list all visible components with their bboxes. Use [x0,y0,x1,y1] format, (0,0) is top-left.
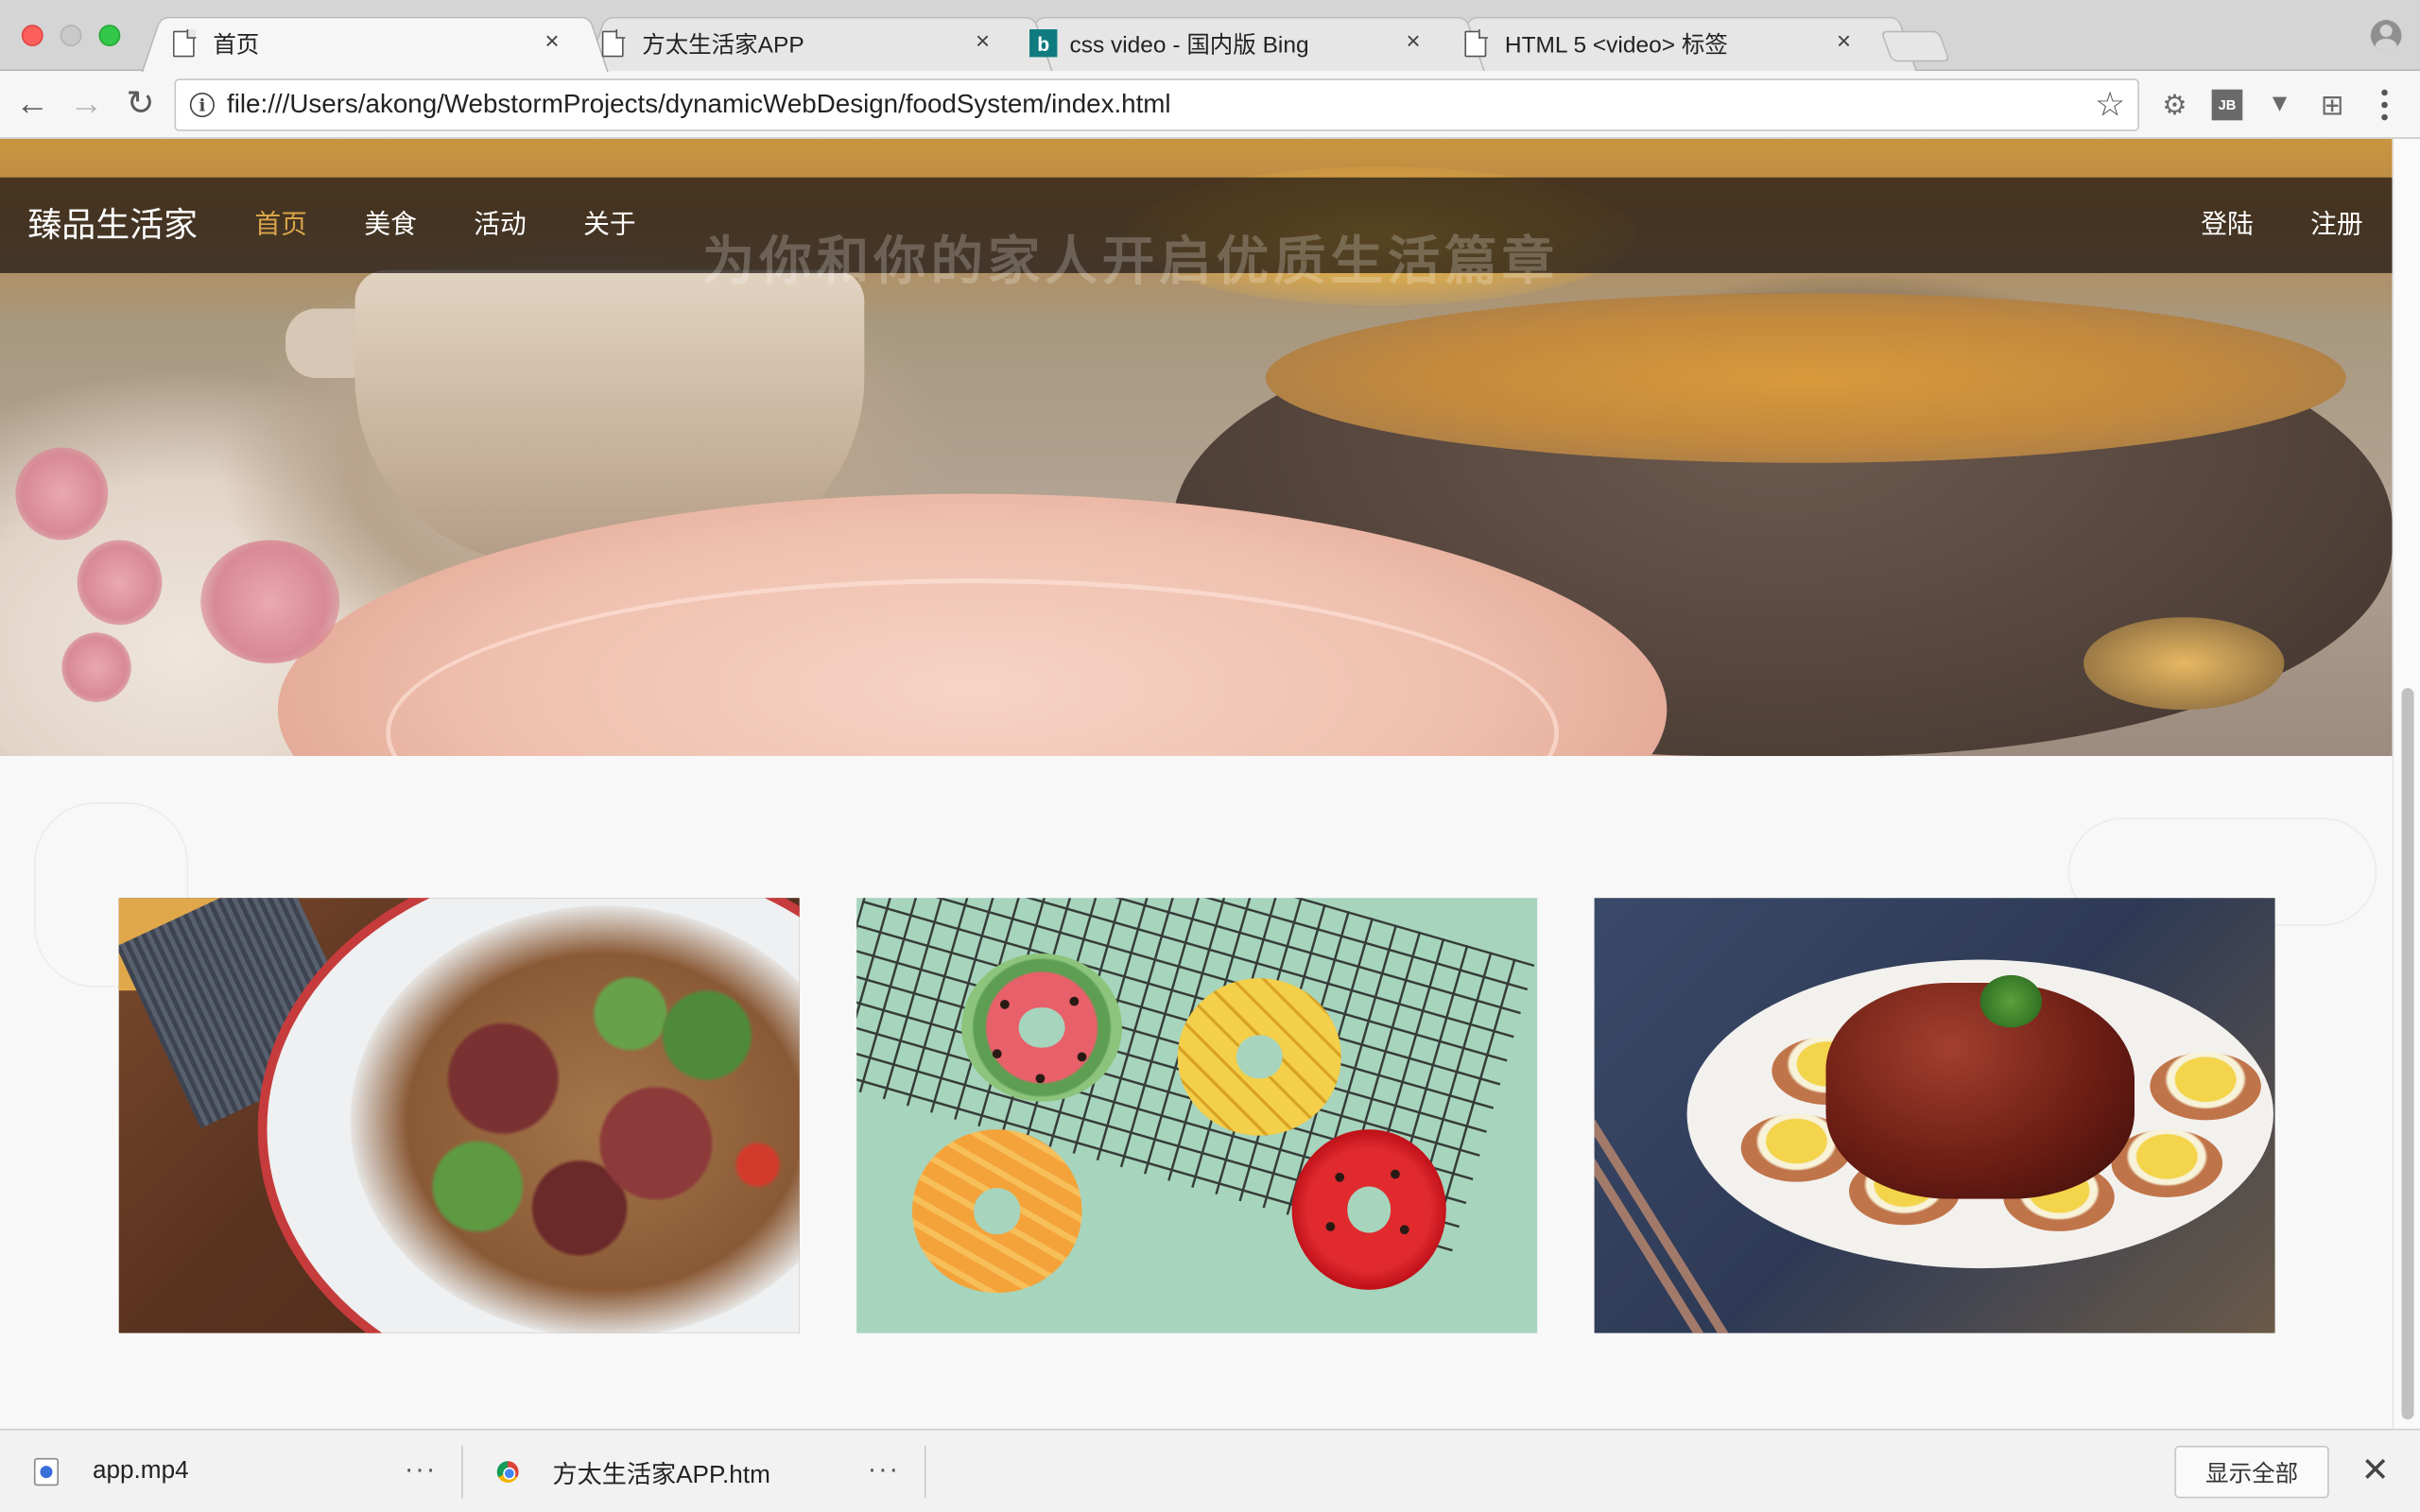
tab-title: 方太生活家APP [642,31,804,59]
tab-close-icon[interactable]: × [1406,15,1420,71]
hero-banner-image: 臻品生活家 首页 美食 活动 关于 登陆 注册 为你和你的家人开启优质生活篇章 [0,138,2393,757]
yellow-donut [1177,978,1341,1136]
vertical-scrollbar[interactable] [2392,138,2420,1429]
page-viewport: 臻品生活家 首页 美食 活动 关于 登陆 注册 为你和你的家人开启优质生活篇章 [0,138,2393,1429]
nav-link-events[interactable]: 活动 [474,178,527,273]
tab-fangtai-label-group: 方太生活家APP [601,15,804,71]
nav-link-home[interactable]: 首页 [254,178,307,273]
hero-noodles [1265,293,2346,463]
back-arrow-icon[interactable]: ← [12,83,52,123]
jetbrains-extension-icon[interactable]: JB [2211,89,2243,121]
bookmark-star-icon[interactable]: ☆ [2095,85,2125,125]
download-options-icon[interactable]: ··· [868,1431,900,1512]
reload-icon[interactable]: ↻ [120,83,160,123]
browser-toolbar: ← → ↻ i file:///Users/akong/WebstormProj… [0,71,2420,139]
browser-menu-icon[interactable] [2372,86,2396,123]
minimize-window-button[interactable] [60,25,82,46]
tab-title: css video - 国内版 Bing [1069,31,1309,59]
video-file-icon [33,1457,60,1486]
register-link[interactable]: 注册 [2310,178,2363,273]
featured-section [0,756,2393,1429]
download-filename[interactable]: 方太生活家APP.htm [553,1453,770,1490]
chrome-file-icon [496,1461,519,1484]
donuts-image[interactable] [856,898,1538,1333]
tab-bing-label-group: b css video - 国内版 Bing [1029,15,1309,71]
hero-slogan: 为你和你的家人开启优质生活篇章 [701,232,1560,292]
hero-flower [61,632,131,702]
file-icon [1464,28,1488,57]
bing-icon: b [1029,29,1058,58]
tab-close-icon[interactable]: × [1837,15,1851,71]
file-icon [601,28,626,57]
download-item[interactable]: 方太生活家APP.htm [496,1431,770,1512]
close-window-button[interactable] [21,25,43,46]
hero-spoon [2083,617,2285,711]
tab-title: HTML 5 <video> 标签 [1504,31,1728,59]
download-item[interactable]: app.mp4 [33,1431,189,1512]
egg-half [2150,1052,2261,1121]
site-brand[interactable]: 臻品生活家 [27,178,198,273]
gear-extension-icon[interactable]: ⚙ [2159,89,2190,121]
watermelon-donut [961,954,1122,1102]
forward-arrow-icon[interactable]: → [66,83,106,123]
download-options-icon[interactable]: ··· [405,1431,437,1512]
file-icon [172,28,197,57]
url-text[interactable]: file:///Users/akong/WebstormProjects/dyn… [227,80,1171,129]
tab-strip: 首页 × 方太生活家APP × b css video - 国内版 Bing ×… [0,0,2420,73]
info-icon[interactable]: i [189,92,215,118]
salad-image[interactable] [118,898,800,1333]
download-filename[interactable]: app.mp4 [93,1458,189,1486]
grid-extension-icon[interactable]: ⊞ [2317,89,2348,121]
site-navbar: 臻品生活家 首页 美食 活动 关于 登陆 注册 为你和你的家人开启优质生活篇章 [0,177,2393,292]
braised-pork [1825,983,2135,1199]
hero-flower [15,447,109,541]
hero-flower [200,540,340,664]
scrollbar-thumb[interactable] [2401,688,2414,1420]
hero-flower [77,540,163,626]
tab-close-icon[interactable]: × [544,15,559,71]
herb-garnish [1979,974,2043,1028]
vue-extension-icon[interactable]: ▼ [2264,90,2295,121]
nav-link-food[interactable]: 美食 [364,178,417,273]
new-tab-button[interactable] [1880,30,1951,62]
tab-html5-label-group: HTML 5 <video> 标签 [1464,15,1728,71]
braised-pork-image[interactable] [1594,898,2275,1333]
divider [924,1445,926,1499]
zoom-window-button[interactable] [98,25,121,46]
divider [461,1445,463,1499]
strawberry-donut [1291,1129,1446,1290]
address-bar[interactable]: i file:///Users/akong/WebstormProjects/d… [174,78,2139,131]
download-shelf: app.mp4 ··· 方太生活家APP.htm ··· 显示全部 ✕ [0,1428,2420,1512]
login-link[interactable]: 登陆 [2201,178,2254,273]
orange-donut [911,1129,1082,1294]
show-all-button[interactable]: 显示全部 [2174,1445,2329,1499]
profile-icon[interactable] [2370,20,2402,51]
close-icon[interactable]: ✕ [2360,1451,2391,1489]
nav-link-about[interactable]: 关于 [583,178,636,273]
tab-title: 首页 [213,31,260,59]
tab-close-icon[interactable]: × [976,15,990,71]
tab-home-label-group: 首页 [172,15,260,71]
